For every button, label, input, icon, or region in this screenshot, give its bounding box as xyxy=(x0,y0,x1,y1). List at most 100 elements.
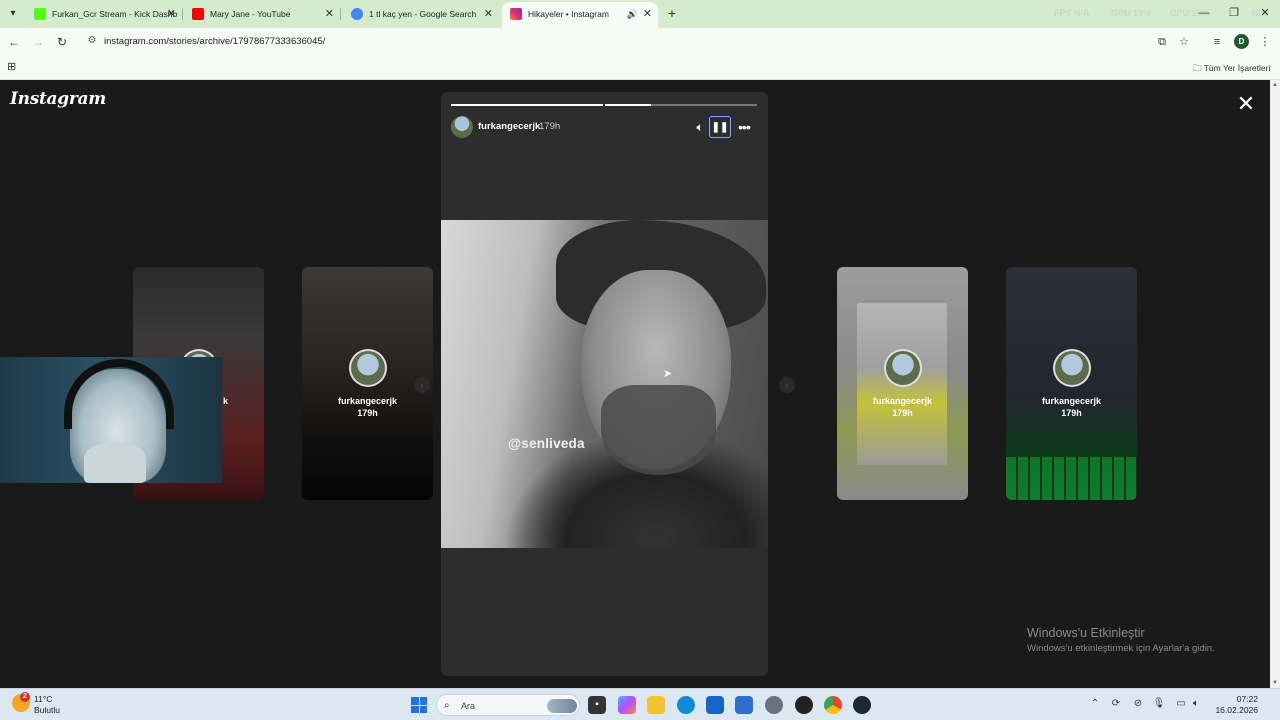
clock-date[interactable]: 16.02.2026 xyxy=(1204,705,1258,715)
activation-subtitle: Windows'u etkinleştirmek için Ayarlar'a … xyxy=(1027,643,1215,654)
edge-icon[interactable] xyxy=(677,696,695,714)
close-icon[interactable]: ✕ xyxy=(167,2,176,26)
back-icon[interactable]: ← xyxy=(5,33,23,51)
story-time: 179h xyxy=(1061,408,1082,418)
tab-youtube[interactable]: Mary Jane - YouTube ✕ xyxy=(184,2,340,28)
notification-badge: 2 xyxy=(20,692,30,702)
address-bar[interactable]: ⚙ instagram.com/stories/archive/17978677… xyxy=(80,31,1200,53)
story-time: 179h xyxy=(892,408,913,418)
close-icon[interactable]: ✕ xyxy=(484,2,493,26)
close-icon[interactable]: ✕ xyxy=(325,2,334,26)
tab-title: Hikayeler • Instagram xyxy=(528,9,609,19)
clock-time[interactable]: 07:22 xyxy=(1214,694,1258,704)
profile-avatar[interactable]: D xyxy=(1234,34,1249,49)
story-media[interactable]: @senliveda ➤ xyxy=(441,220,768,548)
speaker-icon[interactable]: 🔊 xyxy=(627,2,638,26)
url-text: instagram.com/stories/archive/1797867733… xyxy=(104,36,326,47)
weather-description[interactable]: Bulutlu xyxy=(34,705,60,715)
progress-fill xyxy=(451,104,603,106)
story-avatar xyxy=(349,349,387,387)
minimize-icon[interactable]: — xyxy=(1195,4,1213,22)
tray-overflow-icon[interactable]: ⌃ xyxy=(1088,697,1102,711)
chrome-icon[interactable] xyxy=(824,696,842,714)
site-info-icon[interactable]: ⚙ xyxy=(86,35,98,47)
task-view-icon[interactable]: ▪ xyxy=(588,696,606,714)
tab-title: Mary Jane - YouTube xyxy=(210,9,291,19)
google-favicon-icon xyxy=(351,8,363,20)
tab-separator xyxy=(340,8,341,20)
taskbar-search[interactable]: ⌕ Ara xyxy=(436,694,580,716)
tab-instagram[interactable]: Hikayeler • Instagram 🔊 ✕ xyxy=(502,2,658,28)
microphone-icon[interactable]: 🎙︎ xyxy=(1152,697,1166,711)
search-icon: ⌕ xyxy=(444,700,450,711)
display-icon[interactable]: ▭ xyxy=(1174,697,1188,711)
folder-icon: 🗀 xyxy=(1193,63,1202,73)
steam-icon[interactable] xyxy=(853,696,871,714)
network-off-icon[interactable]: ⊘ xyxy=(1131,697,1145,711)
side-story-card[interactable]: furkangecerjk 179h xyxy=(837,267,968,500)
instagram-logo[interactable]: Instagram xyxy=(10,89,106,109)
page-scrollbar[interactable]: ▲ ▼ xyxy=(1270,80,1280,688)
story-username: furkangecerjk xyxy=(337,396,398,406)
next-story-button[interactable]: › xyxy=(779,377,795,393)
scroll-up-icon[interactable]: ▲ xyxy=(1270,80,1280,90)
all-bookmarks-folder[interactable]: 🗀 Tüm Yer İşaretleri xyxy=(1193,61,1270,75)
side-story-card[interactable]: furkangecerjk 179h xyxy=(1006,267,1137,500)
install-icon[interactable]: ⧉ xyxy=(1153,33,1171,51)
story-username: furkangecerjk xyxy=(1041,396,1102,406)
menu-icon[interactable]: ⋮ xyxy=(1256,33,1274,51)
new-tab-button[interactable]: + xyxy=(664,4,680,22)
media-control-icon[interactable]: ≡ xyxy=(1208,33,1226,51)
forward-icon[interactable]: → xyxy=(29,33,47,51)
volume-icon[interactable]: 🔈︎ xyxy=(689,116,711,138)
volume-tray-icon[interactable]: 🔈︎ xyxy=(1189,697,1203,711)
story-avatar xyxy=(884,349,922,387)
story-time: 179h xyxy=(539,121,561,132)
tab-title: Furkan_Gcr Stream - Kick Dashb xyxy=(52,9,178,19)
apps-grid-icon[interactable]: ⊞ xyxy=(7,61,19,73)
weather-temperature[interactable]: 11°C xyxy=(34,694,52,704)
browser-toolbar: ← → ↻ ⚙ instagram.com/stories/archive/17… xyxy=(0,28,1280,56)
story-username: furkangecerjk xyxy=(872,396,933,406)
webcam-overlay xyxy=(0,357,222,483)
reload-icon[interactable]: ↻ xyxy=(53,33,71,51)
media-beard xyxy=(601,385,716,475)
tab-title: 1 tl kaç yen - Google Search xyxy=(369,9,477,19)
tab-search-icon[interactable]: ▾ xyxy=(4,5,22,23)
tab-bar: ▾ Furkan_Gcr Stream - Kick Dashb ✕ Mary … xyxy=(0,0,1280,28)
restore-icon[interactable]: ❐ xyxy=(1225,4,1243,22)
webcam-hand xyxy=(84,443,146,483)
settings-gear-icon[interactable] xyxy=(765,696,783,714)
story-avatar[interactable] xyxy=(451,116,473,138)
bookmark-star-icon[interactable]: ☆ xyxy=(1175,33,1193,51)
file-explorer-icon[interactable] xyxy=(647,696,665,714)
pause-button[interactable]: ❚❚ xyxy=(709,116,731,138)
close-viewer-icon[interactable]: ✕ xyxy=(1236,93,1256,115)
scroll-down-icon[interactable]: ▼ xyxy=(1270,678,1280,688)
tab-kick[interactable]: Furkan_Gcr Stream - Kick Dashb ✕ xyxy=(26,2,182,28)
main-story[interactable]: furkangecerjk 179h 🔈︎ ❚❚ ••• @senliveda … xyxy=(441,92,768,676)
sync-icon[interactable]: ⟳ xyxy=(1109,697,1123,711)
progress-fill xyxy=(605,104,651,106)
mouse-cursor-icon: ➤ xyxy=(663,368,673,380)
story-avatar xyxy=(1053,349,1091,387)
close-icon[interactable]: ✕ xyxy=(643,2,652,26)
story-username[interactable]: furkangecerjk xyxy=(478,121,540,132)
youtube-favicon-icon xyxy=(192,8,204,20)
previous-story-button[interactable]: ‹ xyxy=(414,377,430,393)
story-progress-segment xyxy=(451,104,603,106)
tab-google[interactable]: 1 tl kaç yen - Google Search ✕ xyxy=(343,2,499,28)
folder-label: Tüm Yer İşaretleri xyxy=(1203,63,1271,73)
instagram-story-viewer: Instagram ✕ k furkangecerjk 179h furkang… xyxy=(0,80,1270,688)
search-highlight-image xyxy=(547,699,577,713)
instagram-favicon-icon xyxy=(510,8,522,20)
fps-readout: FPS N/A xyxy=(1054,8,1090,18)
store-icon[interactable] xyxy=(706,696,724,714)
start-button[interactable] xyxy=(411,697,427,713)
story-progress-segment xyxy=(605,104,757,106)
more-options-icon[interactable]: ••• xyxy=(733,116,755,138)
close-window-icon[interactable]: ✕ xyxy=(1256,4,1274,22)
app-icon[interactable] xyxy=(795,696,813,714)
copilot-icon[interactable] xyxy=(618,696,636,714)
outlook-icon[interactable] xyxy=(735,696,753,714)
